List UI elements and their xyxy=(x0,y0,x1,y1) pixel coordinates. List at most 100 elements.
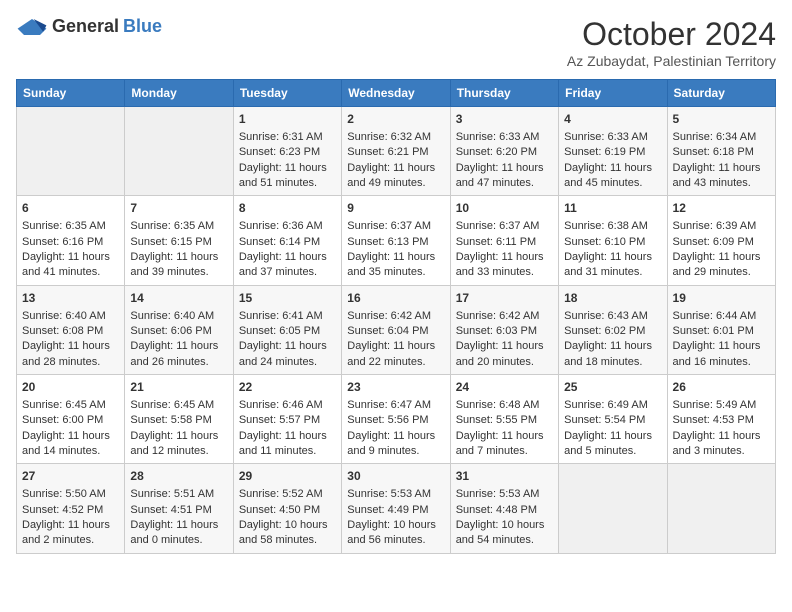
day-number: 25 xyxy=(564,379,661,396)
day-number: 10 xyxy=(456,200,553,217)
sunset-text: Sunset: 6:11 PM xyxy=(456,235,553,250)
sunset-text: Sunset: 5:54 PM xyxy=(564,413,661,428)
day-number: 22 xyxy=(239,379,336,396)
day-number: 8 xyxy=(239,200,336,217)
day-number: 11 xyxy=(564,200,661,217)
title-block: October 2024 Az Zubaydat, Palestinian Te… xyxy=(567,16,776,69)
day-number: 19 xyxy=(673,290,770,307)
sunset-text: Sunset: 6:08 PM xyxy=(22,324,119,339)
daylight-text: Daylight: 11 hours and 29 minutes. xyxy=(673,250,770,281)
daylight-text: Daylight: 11 hours and 31 minutes. xyxy=(564,250,661,281)
sunset-text: Sunset: 6:02 PM xyxy=(564,324,661,339)
sunrise-text: Sunrise: 6:42 AM xyxy=(456,309,553,324)
col-header-tuesday: Tuesday xyxy=(233,80,341,107)
calendar-cell: 8Sunrise: 6:36 AMSunset: 6:14 PMDaylight… xyxy=(233,196,341,285)
sunrise-text: Sunrise: 5:49 AM xyxy=(673,398,770,413)
sunrise-text: Sunrise: 6:31 AM xyxy=(239,130,336,145)
calendar-cell: 5Sunrise: 6:34 AMSunset: 6:18 PMDaylight… xyxy=(667,107,775,196)
sunset-text: Sunset: 4:50 PM xyxy=(239,503,336,518)
day-number: 15 xyxy=(239,290,336,307)
daylight-text: Daylight: 11 hours and 14 minutes. xyxy=(22,429,119,460)
daylight-text: Daylight: 11 hours and 33 minutes. xyxy=(456,250,553,281)
sunset-text: Sunset: 6:23 PM xyxy=(239,145,336,160)
sunset-text: Sunset: 4:52 PM xyxy=(22,503,119,518)
page-header: General Blue October 2024 Az Zubaydat, P… xyxy=(16,16,776,69)
sunrise-text: Sunrise: 6:38 AM xyxy=(564,219,661,234)
daylight-text: Daylight: 11 hours and 41 minutes. xyxy=(22,250,119,281)
calendar-cell xyxy=(125,107,233,196)
calendar-cell: 31Sunrise: 5:53 AMSunset: 4:48 PMDayligh… xyxy=(450,464,558,553)
daylight-text: Daylight: 10 hours and 58 minutes. xyxy=(239,518,336,549)
calendar-cell: 9Sunrise: 6:37 AMSunset: 6:13 PMDaylight… xyxy=(342,196,450,285)
calendar-cell: 16Sunrise: 6:42 AMSunset: 6:04 PMDayligh… xyxy=(342,285,450,374)
sunset-text: Sunset: 4:49 PM xyxy=(347,503,444,518)
sunset-text: Sunset: 5:55 PM xyxy=(456,413,553,428)
calendar-cell: 12Sunrise: 6:39 AMSunset: 6:09 PMDayligh… xyxy=(667,196,775,285)
sunset-text: Sunset: 6:16 PM xyxy=(22,235,119,250)
calendar-cell: 13Sunrise: 6:40 AMSunset: 6:08 PMDayligh… xyxy=(17,285,125,374)
daylight-text: Daylight: 11 hours and 45 minutes. xyxy=(564,161,661,192)
daylight-text: Daylight: 11 hours and 18 minutes. xyxy=(564,339,661,370)
calendar-cell: 18 Sunrise: 6:43 AMSunset: 6:02 PMDayligh… xyxy=(559,285,667,374)
day-number: 17 xyxy=(456,290,553,307)
calendar-cell: 4Sunrise: 6:33 AMSunset: 6:19 PMDaylight… xyxy=(559,107,667,196)
daylight-text: Daylight: 11 hours and 51 minutes. xyxy=(239,161,336,192)
day-number: 12 xyxy=(673,200,770,217)
sunrise-text: Sunrise: 6:45 AM xyxy=(22,398,119,413)
daylight-text: Daylight: 11 hours and 12 minutes. xyxy=(130,429,227,460)
sunrise-text: Sunrise: 6:47 AM xyxy=(347,398,444,413)
sunrise-text: Sunrise: 6:33 AM xyxy=(456,130,553,145)
calendar-cell: 7Sunrise: 6:35 AMSunset: 6:15 PMDaylight… xyxy=(125,196,233,285)
calendar-table: SundayMondayTuesdayWednesdayThursdayFrid… xyxy=(16,79,776,554)
sunset-text: Sunset: 6:05 PM xyxy=(239,324,336,339)
calendar-cell: 29Sunrise: 5:52 AMSunset: 4:50 PMDayligh… xyxy=(233,464,341,553)
sunset-text: Sunset: 6:19 PM xyxy=(564,145,661,160)
col-header-wednesday: Wednesday xyxy=(342,80,450,107)
daylight-text: Daylight: 11 hours and 9 minutes. xyxy=(347,429,444,460)
calendar-cell: 15 Sunrise: 6:41 AMSunset: 6:05 PMDayligh… xyxy=(233,285,341,374)
daylight-text: Daylight: 11 hours and 43 minutes. xyxy=(673,161,770,192)
sunrise-text: Sunrise: 5:51 AM xyxy=(130,487,227,502)
calendar-cell: 25Sunrise: 6:49 AMSunset: 5:54 PMDayligh… xyxy=(559,375,667,464)
day-number: 28 xyxy=(130,468,227,485)
sunset-text: Sunset: 6:00 PM xyxy=(22,413,119,428)
calendar-cell: 11Sunrise: 6:38 AMSunset: 6:10 PMDayligh… xyxy=(559,196,667,285)
day-number: 18 xyxy=(564,290,661,307)
calendar-cell: 23Sunrise: 6:47 AMSunset: 5:56 PMDayligh… xyxy=(342,375,450,464)
day-number: 4 xyxy=(564,111,661,128)
sunset-text: Sunset: 6:15 PM xyxy=(130,235,227,250)
sunrise-text: Sunrise: 6:43 AM xyxy=(564,309,661,324)
daylight-text: Daylight: 11 hours and 2 minutes. xyxy=(22,518,119,549)
sunset-text: Sunset: 6:01 PM xyxy=(673,324,770,339)
daylight-text: Daylight: 11 hours and 7 minutes. xyxy=(456,429,553,460)
daylight-text: Daylight: 10 hours and 56 minutes. xyxy=(347,518,444,549)
calendar-cell: 27Sunrise: 5:50 AMSunset: 4:52 PMDayligh… xyxy=(17,464,125,553)
sunrise-text: Sunrise: 6:49 AM xyxy=(564,398,661,413)
sunrise-text: Sunrise: 6:42 AM xyxy=(347,309,444,324)
sunrise-text: Sunrise: 6:40 AM xyxy=(130,309,227,324)
sunrise-text: Sunrise: 6:41 AM xyxy=(239,309,336,324)
calendar-cell: 26Sunrise: 5:49 AMSunset: 4:53 PMDayligh… xyxy=(667,375,775,464)
daylight-text: Daylight: 11 hours and 24 minutes. xyxy=(239,339,336,370)
calendar-cell xyxy=(17,107,125,196)
sunrise-text: Sunrise: 6:46 AM xyxy=(239,398,336,413)
calendar-cell: 6 Sunrise: 6:35 AMSunset: 6:16 PMDaylight… xyxy=(17,196,125,285)
day-number: 6 xyxy=(22,200,119,217)
daylight-text: Daylight: 11 hours and 22 minutes. xyxy=(347,339,444,370)
sunrise-text: Sunrise: 5:53 AM xyxy=(347,487,444,502)
sunrise-text: Sunrise: 5:53 AM xyxy=(456,487,553,502)
sunrise-text: Sunrise: 6:35 AM xyxy=(22,219,119,234)
daylight-text: Daylight: 11 hours and 16 minutes. xyxy=(673,339,770,370)
sunset-text: Sunset: 4:51 PM xyxy=(130,503,227,518)
day-number: 7 xyxy=(130,200,227,217)
daylight-text: Daylight: 11 hours and 26 minutes. xyxy=(130,339,227,370)
day-number: 20 xyxy=(22,379,119,396)
daylight-text: Daylight: 11 hours and 37 minutes. xyxy=(239,250,336,281)
daylight-text: Daylight: 11 hours and 35 minutes. xyxy=(347,250,444,281)
calendar-cell xyxy=(559,464,667,553)
day-number: 23 xyxy=(347,379,444,396)
logo-blue: Blue xyxy=(123,16,162,37)
sunrise-text: Sunrise: 6:39 AM xyxy=(673,219,770,234)
day-number: 13 xyxy=(22,290,119,307)
daylight-text: Daylight: 11 hours and 20 minutes. xyxy=(456,339,553,370)
